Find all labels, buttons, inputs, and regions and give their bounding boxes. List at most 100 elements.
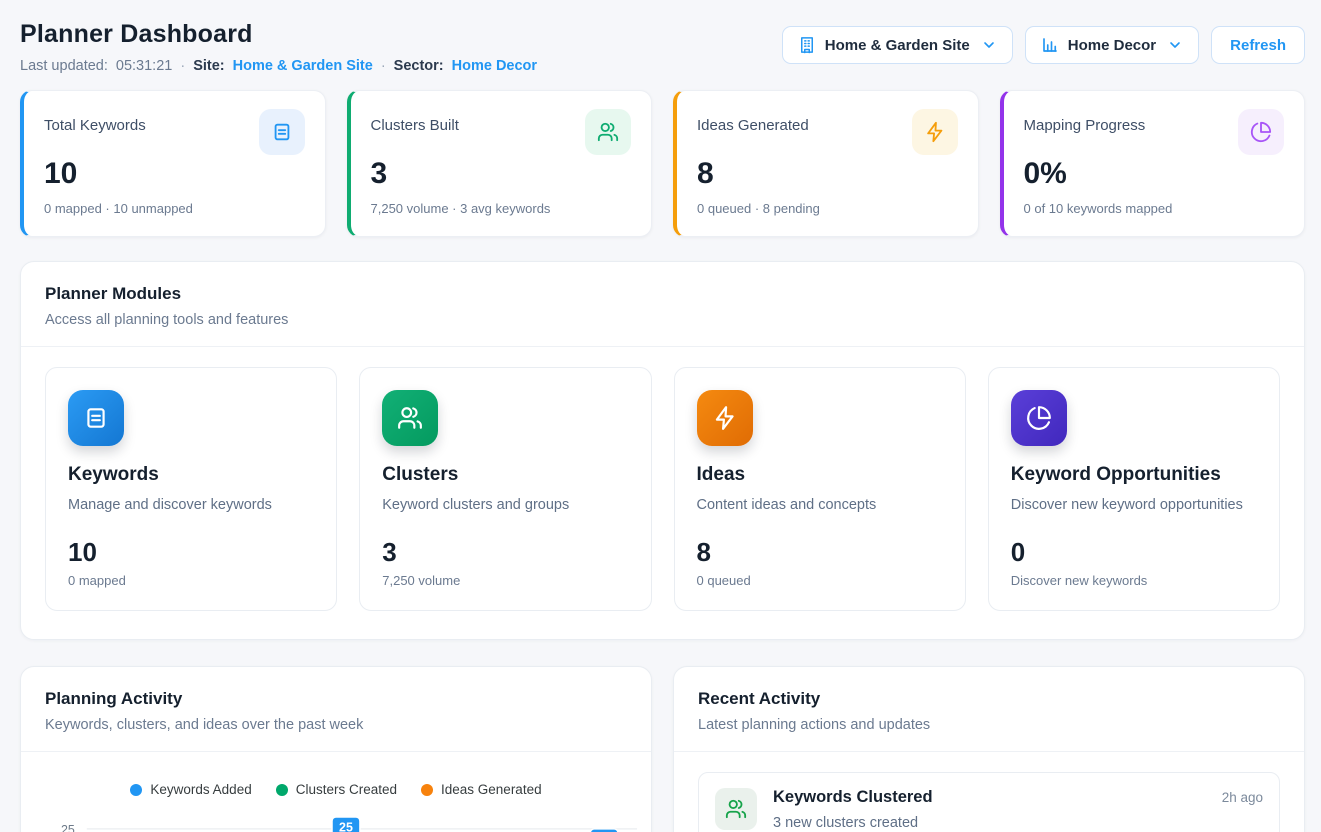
sector-label: Sector: (394, 58, 444, 74)
legend-item-keywords-added[interactable]: Keywords Added (130, 782, 251, 797)
activity-title: Keywords Clustered (773, 788, 1206, 807)
activity-list: Keywords Clustered 3 new clusters create… (674, 752, 1304, 832)
users-icon (715, 788, 757, 830)
stats-row: Total Keywords 10 0 mapped · 10 unmapped… (20, 90, 1305, 237)
module-title: Ideas (697, 464, 943, 486)
module-description: Discover new keyword opportunities (1011, 497, 1257, 513)
site-link[interactable]: Home & Garden Site (233, 58, 373, 74)
stat-label: Clusters Built (371, 109, 459, 134)
pie-chart-icon (1011, 390, 1067, 446)
header-meta: Last updated: 05:31:21 · Site: Home & Ga… (20, 58, 537, 74)
module-value: 8 (697, 537, 943, 568)
planning-activity-panel: Planning Activity Keywords, clusters, an… (20, 666, 652, 832)
legend-item-clusters-created[interactable]: Clusters Created (276, 782, 397, 797)
stat-subtext: 0 of 10 keywords mapped (1024, 201, 1285, 216)
stat-subtext: 0 queued · 8 pending (697, 201, 958, 216)
activity-timestamp: 2h ago (1222, 788, 1263, 805)
module-card-keywords[interactable]: Keywords Manage and discover keywords 10… (45, 367, 337, 611)
modules-grid: Keywords Manage and discover keywords 10… (21, 347, 1304, 639)
bar-chart-icon (1041, 36, 1059, 54)
stat-card-clusters-built: Clusters Built 3 7,250 volume · 3 avg ke… (347, 90, 653, 237)
data-label-peak: 25 (332, 817, 360, 832)
module-description: Manage and discover keywords (68, 497, 314, 513)
modules-panel-title: Planner Modules (45, 284, 1280, 304)
header-actions: Home & Garden Site Home Decor Refresh (782, 26, 1305, 64)
module-title: Keyword Opportunities (1011, 464, 1257, 486)
page-header: Planner Dashboard Last updated: 05:31:21… (20, 20, 1305, 74)
planner-dashboard-page: Planner Dashboard Last updated: 05:31:21… (0, 0, 1321, 832)
file-text-icon (259, 109, 305, 155)
module-subtext: 0 queued (697, 573, 943, 588)
module-title: Clusters (382, 464, 628, 486)
module-subtext: 7,250 volume (382, 573, 628, 588)
stat-label: Ideas Generated (697, 109, 809, 134)
sector-selector-label: Home Decor (1068, 37, 1156, 54)
site-selector-label: Home & Garden Site (825, 37, 970, 54)
users-icon (585, 109, 631, 155)
planner-modules-panel: Planner Modules Access all planning tool… (20, 261, 1305, 640)
stat-label: Mapping Progress (1024, 109, 1146, 134)
chart-legend: Keywords Added Clusters Created Ideas Ge… (21, 782, 651, 797)
activity-item-keywords-clustered[interactable]: Keywords Clustered 3 new clusters create… (698, 772, 1280, 832)
module-value: 0 (1011, 537, 1257, 568)
module-subtext: 0 mapped (68, 573, 314, 588)
stat-value: 8 (697, 157, 958, 191)
module-title: Keywords (68, 464, 314, 486)
last-updated-label: Last updated: (20, 58, 108, 74)
chevron-down-icon (981, 37, 997, 53)
zap-icon (912, 109, 958, 155)
meta-separator: · (381, 58, 386, 74)
legend-item-ideas-generated[interactable]: Ideas Generated (421, 782, 542, 797)
legend-label: Clusters Created (296, 782, 397, 797)
module-card-clusters[interactable]: Clusters Keyword clusters and groups 3 7… (359, 367, 651, 611)
recent-activity-title: Recent Activity (698, 689, 1280, 709)
module-card-ideas[interactable]: Ideas Content ideas and concepts 8 0 que… (674, 367, 966, 611)
building-icon (798, 36, 816, 54)
stat-card-mapping-progress: Mapping Progress 0% 0 of 10 keywords map… (1000, 90, 1306, 237)
module-card-keyword-opportunities[interactable]: Keyword Opportunities Discover new keywo… (988, 367, 1280, 611)
legend-dot-icon (421, 784, 433, 796)
site-label: Site: (193, 58, 224, 74)
planning-activity-subtitle: Keywords, clusters, and ideas over the p… (45, 717, 627, 733)
stat-value: 3 (371, 157, 632, 191)
recent-activity-panel: Recent Activity Latest planning actions … (673, 666, 1305, 832)
stat-value: 10 (44, 157, 305, 191)
legend-label: Keywords Added (150, 782, 251, 797)
sector-link[interactable]: Home Decor (452, 58, 537, 74)
activity-body: Keywords Clustered 3 new clusters create… (773, 788, 1206, 831)
module-subtext: Discover new keywords (1011, 573, 1257, 588)
legend-dot-icon (130, 784, 142, 796)
stat-card-total-keywords: Total Keywords 10 0 mapped · 10 unmapped (20, 90, 326, 237)
stat-subtext: 0 mapped · 10 unmapped (44, 201, 305, 216)
legend-dot-icon (276, 784, 288, 796)
area-chart[interactable]: 25 25 24 (21, 807, 651, 832)
file-text-icon (68, 390, 124, 446)
zap-icon (697, 390, 753, 446)
stat-value: 0% (1024, 157, 1285, 191)
svg-text:25: 25 (339, 820, 353, 832)
module-value: 10 (68, 537, 314, 568)
planning-activity-title: Planning Activity (45, 689, 627, 709)
header-left: Planner Dashboard Last updated: 05:31:21… (20, 20, 537, 74)
refresh-button[interactable]: Refresh (1211, 26, 1305, 64)
sector-selector-dropdown[interactable]: Home Decor (1025, 26, 1199, 64)
bottom-row: Planning Activity Keywords, clusters, an… (20, 666, 1305, 832)
module-description: Content ideas and concepts (697, 497, 943, 513)
legend-label: Ideas Generated (441, 782, 542, 797)
recent-activity-subtitle: Latest planning actions and updates (698, 717, 1280, 733)
chevron-down-icon (1167, 37, 1183, 53)
planning-activity-chart: Keywords Added Clusters Created Ideas Ge… (21, 752, 651, 832)
y-axis-tick: 25 (61, 823, 75, 832)
modules-panel-subtitle: Access all planning tools and features (45, 312, 1280, 328)
users-icon (382, 390, 438, 446)
module-value: 3 (382, 537, 628, 568)
stat-label: Total Keywords (44, 109, 146, 134)
stat-subtext: 7,250 volume · 3 avg keywords (371, 201, 632, 216)
last-updated-value: 05:31:21 (116, 58, 172, 74)
pie-chart-icon (1238, 109, 1284, 155)
meta-separator: · (180, 58, 185, 74)
activity-description: 3 new clusters created (773, 815, 1206, 831)
module-description: Keyword clusters and groups (382, 497, 628, 513)
site-selector-dropdown[interactable]: Home & Garden Site (782, 26, 1013, 64)
page-title: Planner Dashboard (20, 20, 537, 49)
